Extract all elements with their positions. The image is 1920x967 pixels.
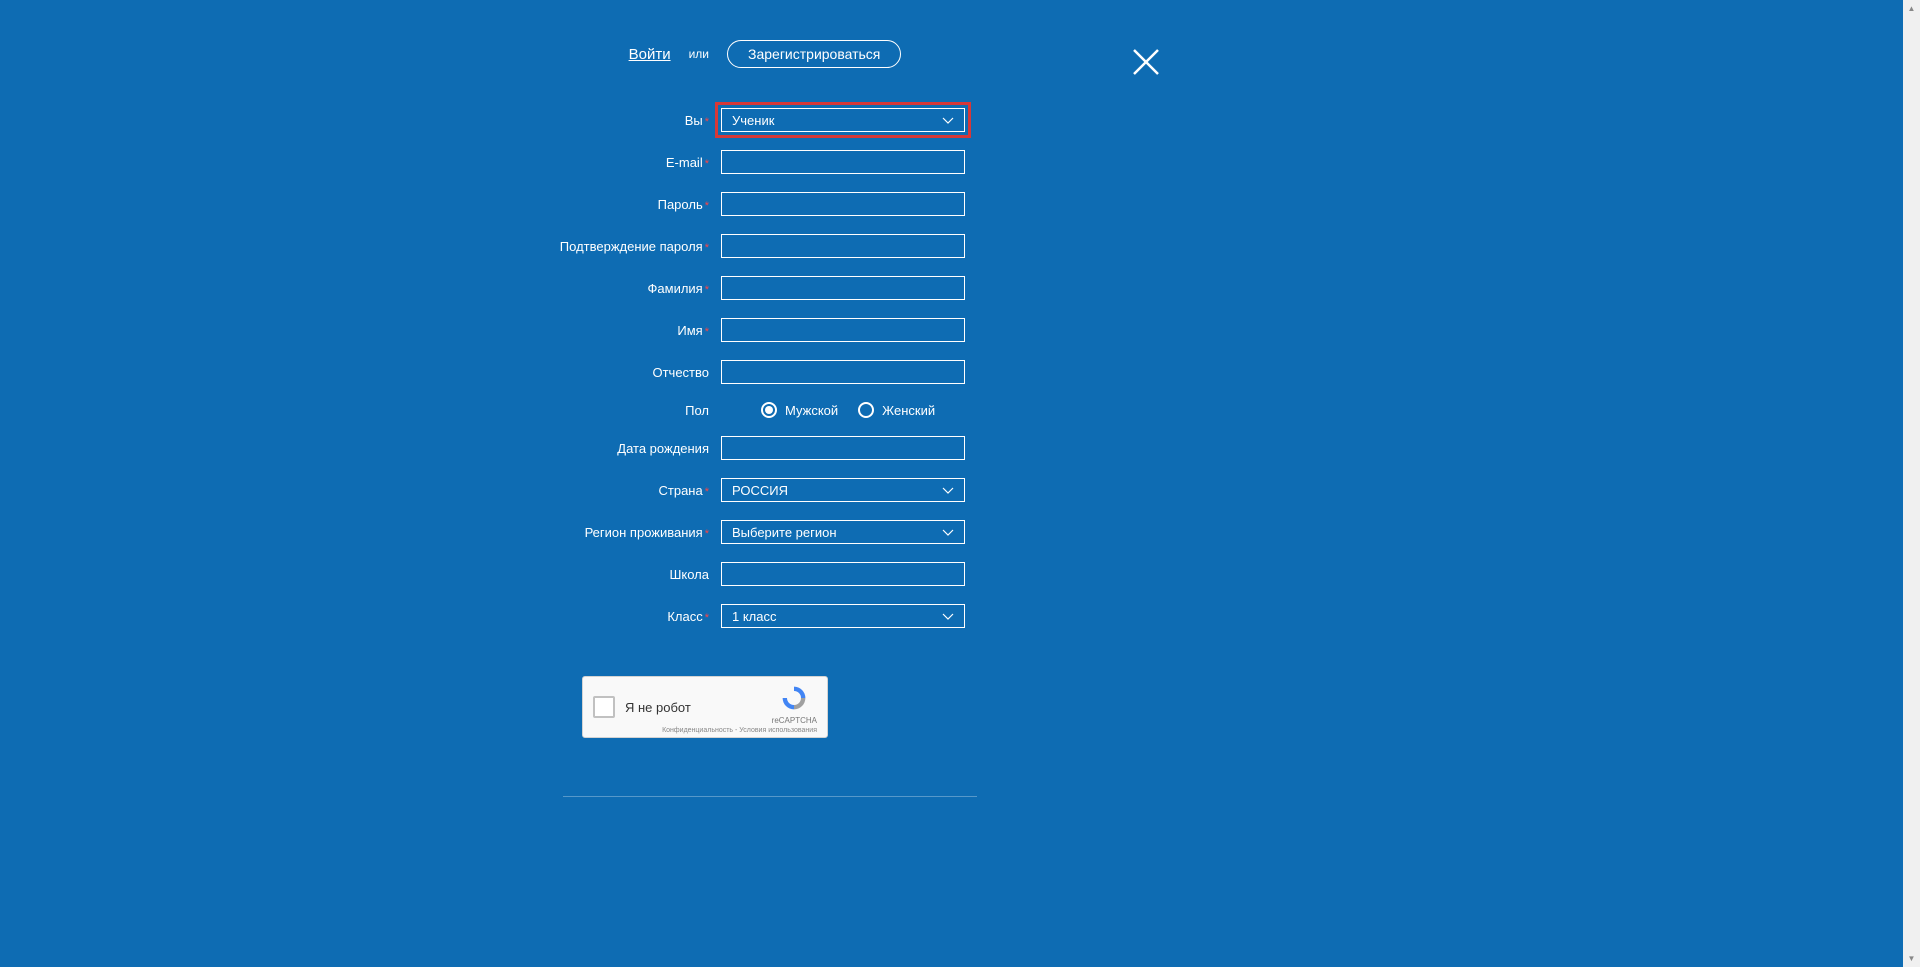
or-text: или xyxy=(689,47,709,61)
password-confirm-input[interactable] xyxy=(721,234,965,258)
region-label: Регион проживания* xyxy=(280,525,721,540)
lastname-label: Фамилия* xyxy=(280,281,721,296)
birthdate-input[interactable] xyxy=(721,436,965,460)
gender-label: Пол xyxy=(280,403,721,418)
school-input[interactable] xyxy=(721,562,965,586)
registration-form: Вы* Ученик E-mail* Пароль* Подтверждение… xyxy=(280,108,1260,797)
gender-male-radio[interactable]: Мужской xyxy=(761,402,838,418)
role-highlight: Ученик xyxy=(715,102,971,138)
captcha-brand: reCAPTCHA xyxy=(772,684,817,725)
firstname-input[interactable] xyxy=(721,318,965,342)
captcha-text: Я не робот xyxy=(625,700,691,715)
email-input[interactable] xyxy=(721,150,965,174)
chevron-down-icon xyxy=(942,613,954,620)
register-button[interactable]: Зарегистрироваться xyxy=(727,40,901,68)
login-link[interactable]: Войти xyxy=(629,46,671,63)
captcha-footer: Конфиденциальность - Условия использован… xyxy=(662,727,817,734)
close-button[interactable] xyxy=(1132,48,1160,76)
recaptcha[interactable]: Я не робот reCAPTCHA Конфиденциальность … xyxy=(582,676,828,738)
chevron-down-icon xyxy=(942,117,954,124)
firstname-label: Имя* xyxy=(280,323,721,338)
birthdate-label: Дата рождения xyxy=(280,441,721,456)
scroll-up-icon[interactable]: ▲ xyxy=(1903,0,1920,17)
radio-icon xyxy=(858,402,874,418)
region-select[interactable]: Выберите регион xyxy=(721,520,965,544)
patronymic-label: Отчество xyxy=(280,365,721,380)
country-label: Страна* xyxy=(280,483,721,498)
captcha-checkbox[interactable] xyxy=(593,696,615,718)
region-placeholder: Выберите регион xyxy=(732,525,837,540)
lastname-input[interactable] xyxy=(721,276,965,300)
scroll-down-icon[interactable]: ▼ xyxy=(1903,950,1920,967)
password-confirm-label: Подтверждение пароля* xyxy=(280,239,721,254)
close-icon xyxy=(1132,48,1160,76)
chevron-down-icon xyxy=(942,529,954,536)
chevron-down-icon xyxy=(942,487,954,494)
male-label: Мужской xyxy=(785,403,838,418)
password-label: Пароль* xyxy=(280,197,721,212)
password-input[interactable] xyxy=(721,192,965,216)
patronymic-input[interactable] xyxy=(721,360,965,384)
country-value: РОССИЯ xyxy=(732,483,788,498)
role-value: Ученик xyxy=(732,113,774,128)
gender-female-radio[interactable]: Женский xyxy=(858,402,935,418)
recaptcha-icon xyxy=(779,684,809,712)
divider xyxy=(563,796,977,797)
female-label: Женский xyxy=(882,403,935,418)
grade-label: Класс* xyxy=(280,609,721,624)
school-label: Школа xyxy=(280,567,721,582)
email-label: E-mail* xyxy=(280,155,721,170)
role-select[interactable]: Ученик xyxy=(721,108,965,132)
grade-select[interactable]: 1 класс xyxy=(721,604,965,628)
scrollbar[interactable]: ▲ ▼ xyxy=(1903,0,1920,967)
grade-value: 1 класс xyxy=(732,609,777,624)
country-select[interactable]: РОССИЯ xyxy=(721,478,965,502)
role-label: Вы* xyxy=(280,113,721,128)
radio-icon xyxy=(761,402,777,418)
